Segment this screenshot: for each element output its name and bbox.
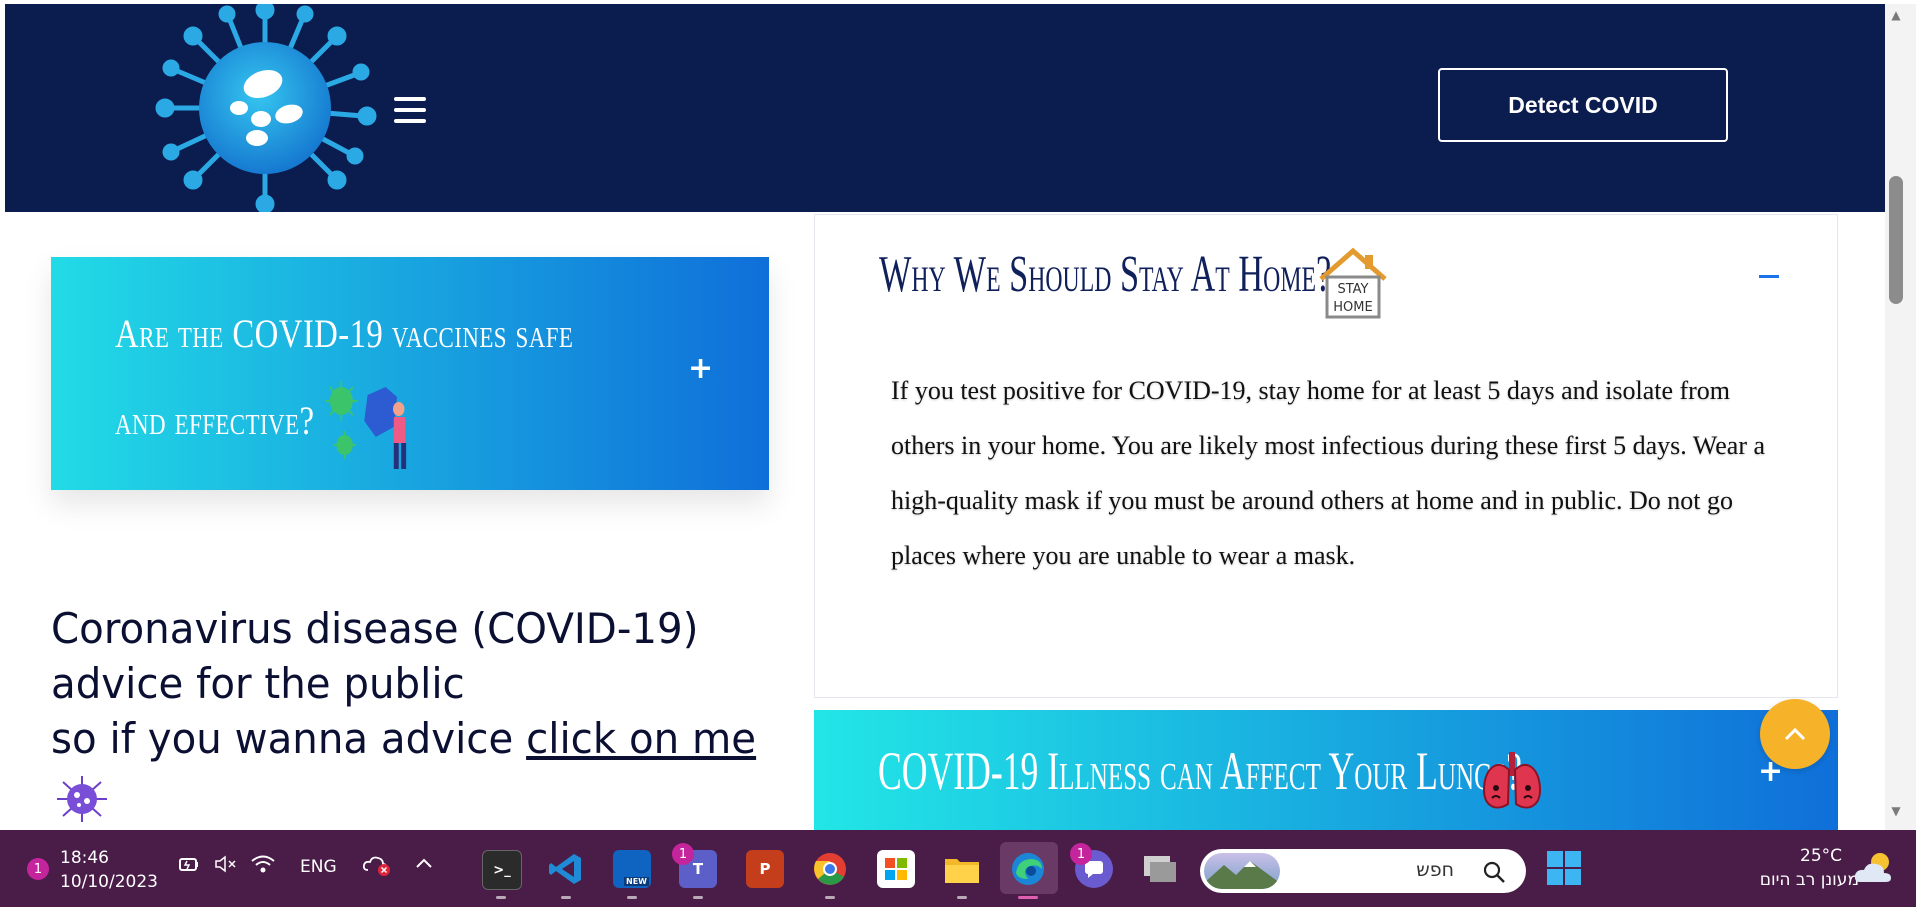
weather-temperature[interactable]: 25°C bbox=[1800, 846, 1842, 866]
virus-shield-illustration-icon bbox=[324, 381, 406, 469]
advice-line-1: Coronavirus disease (COVID-19) bbox=[51, 604, 699, 653]
faq-lungs-accordion[interactable]: COVID-19 Illness can Affect Your Lungs? … bbox=[814, 710, 1838, 830]
hamburger-menu-icon[interactable] bbox=[394, 97, 426, 125]
search-icon bbox=[1482, 860, 1506, 888]
outlook-new-label: NEW bbox=[624, 877, 649, 886]
virus-logo-icon[interactable] bbox=[153, 4, 377, 214]
language-indicator[interactable]: ENG bbox=[300, 857, 337, 877]
clock-time[interactable]: 18:46 bbox=[60, 848, 109, 868]
scroll-down-arrow-icon[interactable]: ▼ bbox=[1888, 804, 1904, 818]
chat-badge: 1 bbox=[1070, 843, 1092, 865]
faq-stay-home-accordion: Why We Should Stay At Home? STAY HOME If… bbox=[814, 214, 1838, 698]
terminal-icon[interactable]: >_ bbox=[482, 850, 522, 890]
windows-start-icon[interactable] bbox=[1546, 850, 1582, 890]
edge-active-indicator bbox=[1018, 896, 1038, 899]
notification-badge[interactable]: 1 bbox=[27, 858, 49, 880]
weather-cloudy-icon[interactable] bbox=[1852, 848, 1896, 892]
purple-virus-icon bbox=[51, 774, 113, 828]
chrome-icon[interactable] bbox=[811, 850, 849, 888]
file-explorer-icon[interactable] bbox=[943, 850, 981, 888]
faq-stay-home-body: If you test positive for COVID-19, stay … bbox=[891, 376, 1766, 570]
detect-covid-button[interactable]: Detect COVID bbox=[1438, 68, 1728, 142]
taskbar-search-input[interactable]: חפש bbox=[1200, 849, 1526, 893]
faq-vaccines-expand-icon[interactable]: + bbox=[688, 351, 713, 386]
cloud-error-icon[interactable] bbox=[362, 854, 392, 881]
advice-line-3-prefix: so if you wanna advice bbox=[51, 714, 527, 763]
faq-vaccines-title: Are the COVID-19 vaccines safe and effec… bbox=[115, 293, 574, 475]
browser-viewport: Detect COVID Are the COVID-19 vaccines s… bbox=[5, 4, 1885, 830]
weather-description[interactable]: מעונן רב היום bbox=[1735, 870, 1859, 890]
advice-line-3: so if you wanna advice click on me bbox=[51, 711, 781, 766]
advice-text-block: Coronavirus disease (COVID-19) advice fo… bbox=[51, 601, 811, 766]
volume-muted-icon[interactable] bbox=[214, 854, 238, 879]
task-view-icon[interactable] bbox=[1141, 850, 1179, 888]
advice-line-2: advice for the public bbox=[51, 659, 465, 708]
scrollbar-thumb[interactable] bbox=[1889, 176, 1903, 304]
search-placeholder: חפש bbox=[1416, 859, 1454, 881]
faq-lungs-title: COVID-19 Illness can Affect Your Lungs? bbox=[878, 741, 1522, 801]
vscode-icon[interactable] bbox=[547, 850, 585, 888]
powerpoint-icon[interactable]: P bbox=[746, 850, 784, 888]
faq-stay-home-collapse-icon[interactable] bbox=[1759, 275, 1779, 278]
stay-home-house-icon: STAY HOME bbox=[1319, 247, 1387, 319]
site-header: Detect COVID bbox=[5, 4, 1885, 214]
battery-icon[interactable] bbox=[178, 854, 200, 879]
teams-badge: 1 bbox=[672, 843, 694, 865]
stay-home-icon-text-2: HOME bbox=[1333, 300, 1372, 315]
page-scrollbar[interactable] bbox=[1885, 4, 1916, 830]
edge-icon[interactable] bbox=[1009, 850, 1047, 888]
chevron-up-icon bbox=[1784, 727, 1806, 741]
advice-link[interactable]: click on me bbox=[526, 714, 756, 763]
chevron-up-tray-icon[interactable] bbox=[414, 854, 434, 879]
scroll-up-arrow-icon[interactable]: ▲ bbox=[1888, 8, 1904, 22]
scroll-to-top-button[interactable] bbox=[1760, 699, 1830, 769]
search-highlight-image-icon bbox=[1204, 853, 1280, 889]
faq-stay-home-title[interactable]: Why We Should Stay At Home? bbox=[879, 245, 1331, 304]
microsoft-store-icon[interactable] bbox=[877, 850, 915, 888]
windows-taskbar: 1 18:46 10/10/2023 ENG >_ NEW T 1 P 1 חפ… bbox=[0, 830, 1916, 907]
wifi-icon[interactable] bbox=[250, 854, 276, 879]
lungs-icon bbox=[1482, 752, 1542, 809]
clock-date[interactable]: 10/10/2023 bbox=[60, 872, 158, 892]
stay-home-icon-text-1: STAY bbox=[1337, 282, 1368, 297]
outlook-new-icon[interactable]: NEW bbox=[613, 850, 651, 888]
faq-vaccines-accordion[interactable]: Are the COVID-19 vaccines safe and effec… bbox=[51, 257, 769, 490]
